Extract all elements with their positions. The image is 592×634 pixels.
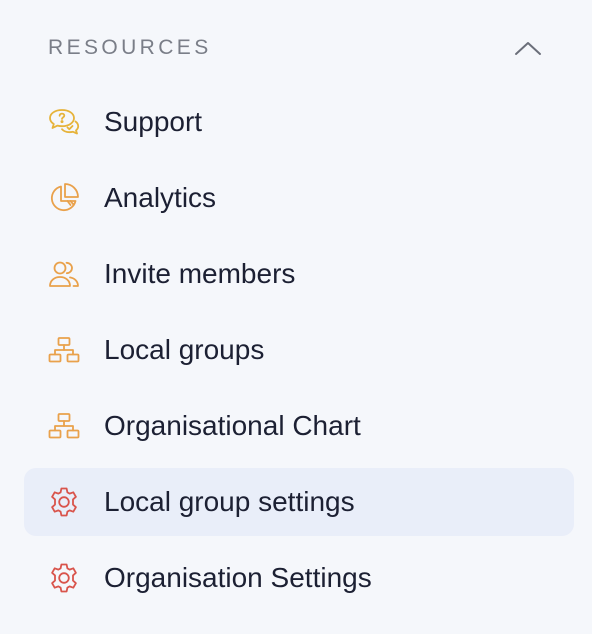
- hierarchy-icon: [48, 410, 80, 442]
- resources-section-header[interactable]: RESOURCES: [24, 22, 550, 74]
- gear-icon: [48, 562, 80, 594]
- gear-icon: [48, 486, 80, 518]
- nav-item-label: Organisation Settings: [104, 562, 372, 593]
- nav-item-label: Local groups: [104, 334, 265, 365]
- nav-item-analytics[interactable]: Analytics: [24, 164, 574, 232]
- section-title: RESOURCES: [48, 36, 212, 59]
- nav-item-invite-members[interactable]: Invite members: [24, 240, 574, 308]
- users-icon: [48, 258, 80, 290]
- nav-item-organisation-settings[interactable]: Organisation Settings: [24, 544, 574, 612]
- hierarchy-icon: [48, 334, 80, 366]
- nav-item-local-group-settings[interactable]: Local group settings: [24, 468, 574, 536]
- nav-item-support[interactable]: Support: [24, 88, 574, 156]
- nav-item-label: Analytics: [104, 182, 217, 213]
- nav-item-local-groups[interactable]: Local groups: [24, 316, 574, 384]
- resources-nav-list: Support Analytics Invite members Local g…: [24, 88, 574, 620]
- nav-item-label: Local group settings: [104, 486, 355, 517]
- pie-chart-icon: [48, 182, 80, 214]
- nav-item-label: Invite members: [104, 258, 296, 289]
- nav-item-label: Support: [104, 106, 203, 137]
- chat-bubbles-icon: [48, 106, 80, 138]
- resources-panel: RESOURCES Support Analytics Invite membe…: [0, 0, 592, 634]
- chevron-up-icon[interactable]: [512, 32, 544, 64]
- nav-item-label: Organisational Chart: [104, 410, 361, 441]
- nav-item-organisational-chart[interactable]: Organisational Chart: [24, 392, 574, 460]
